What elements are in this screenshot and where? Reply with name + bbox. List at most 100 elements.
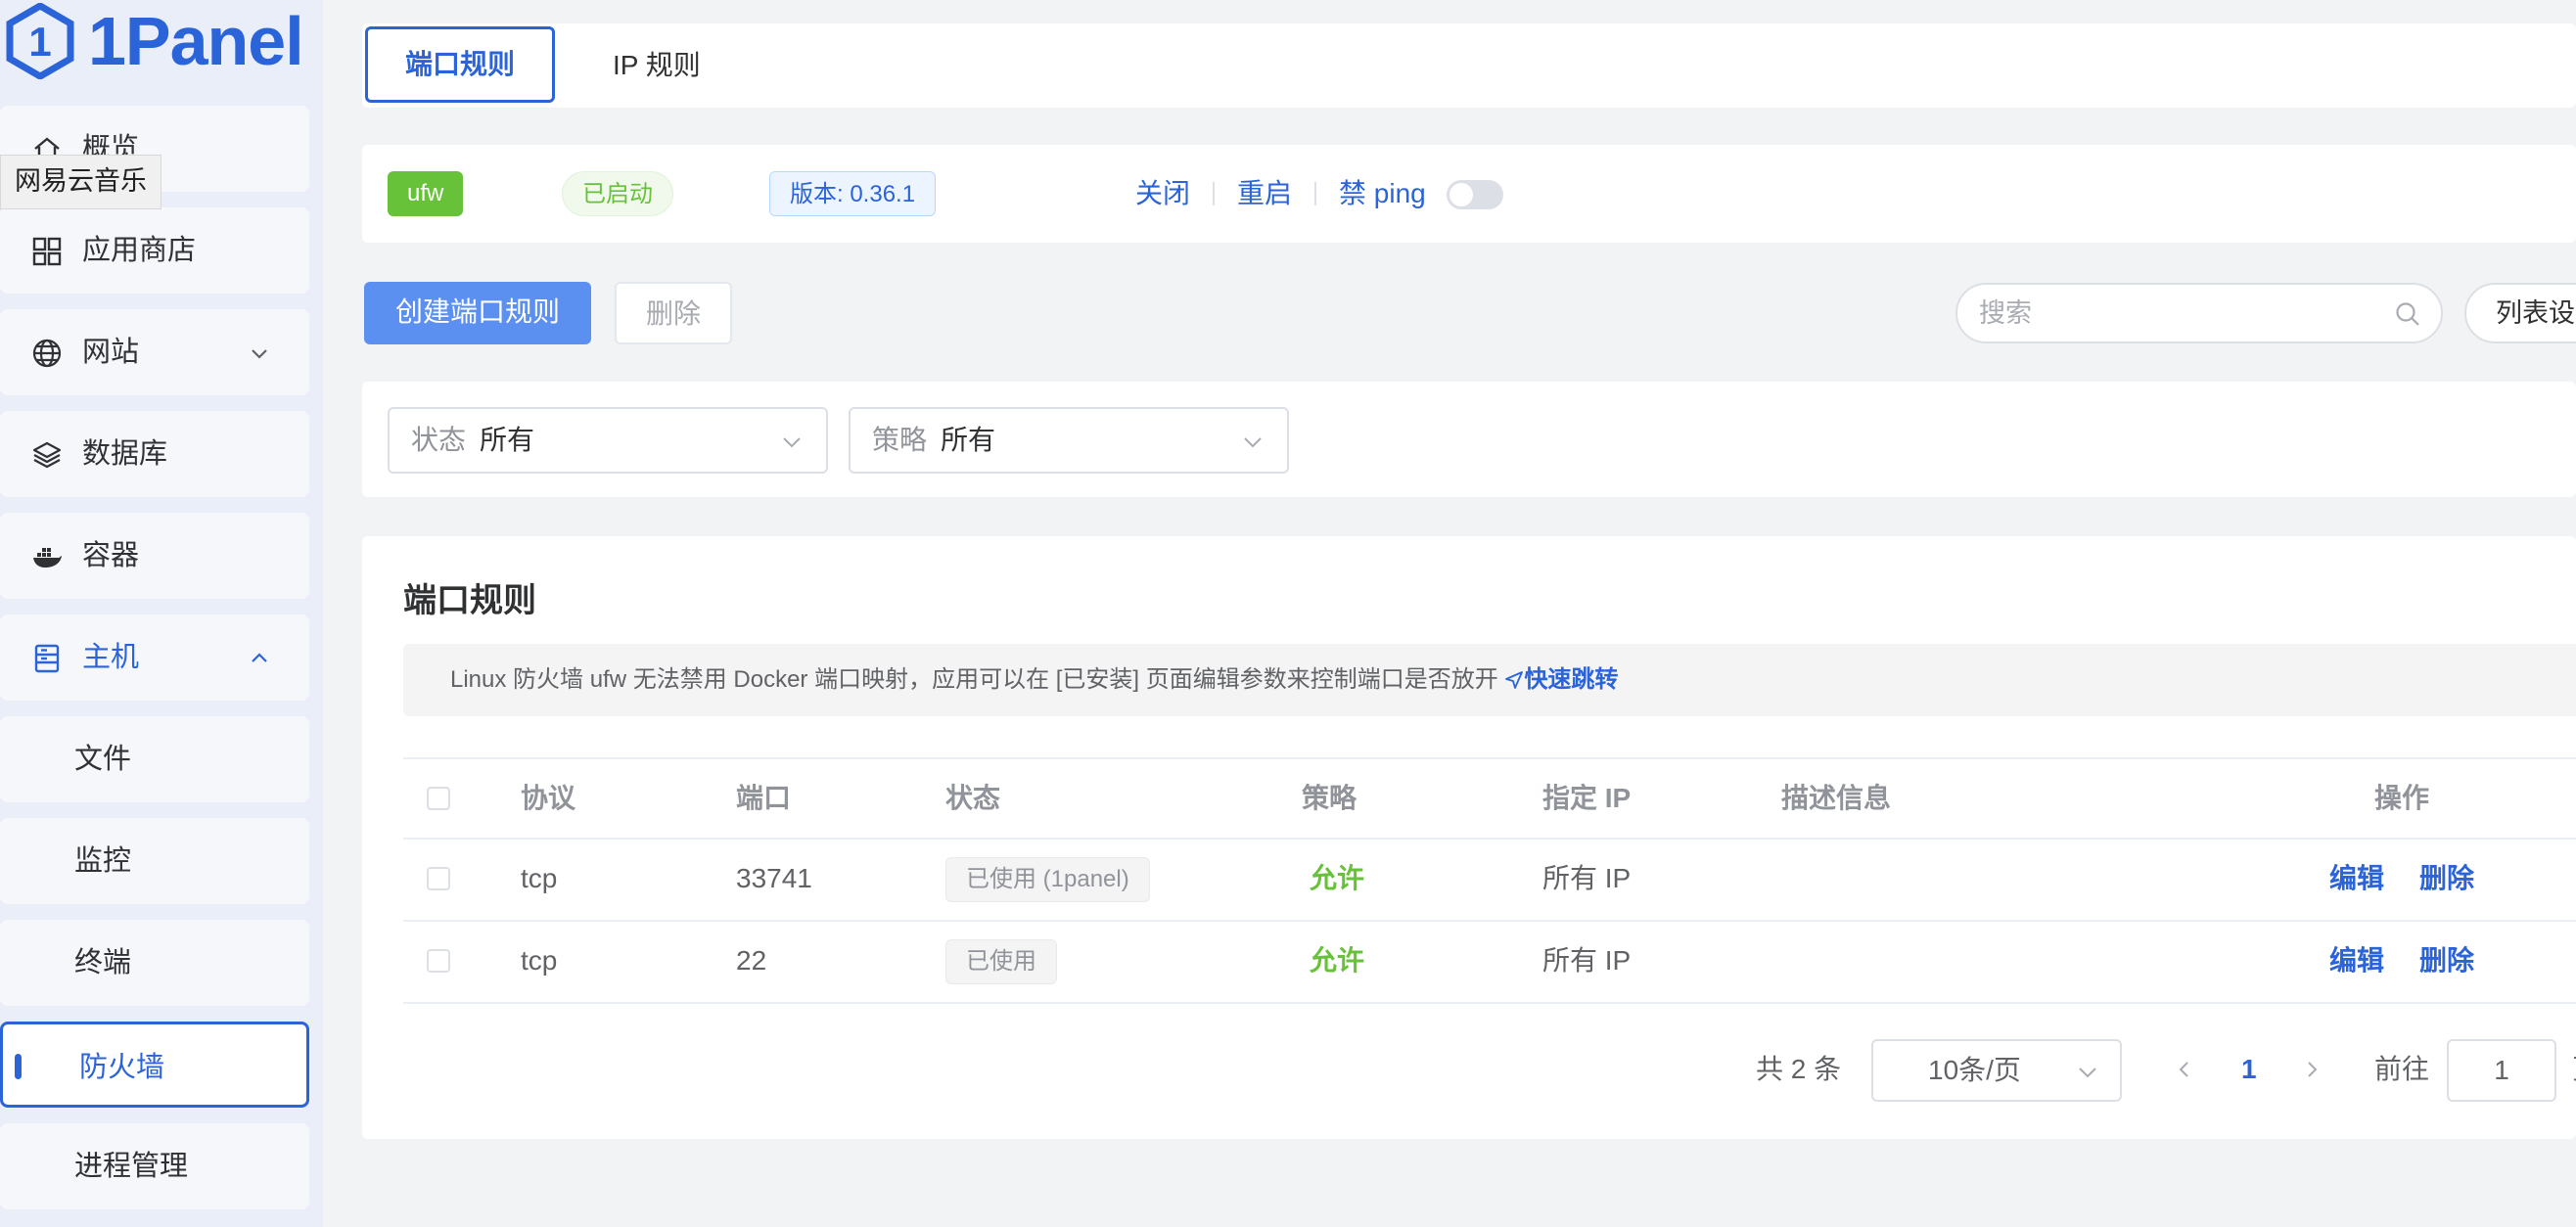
header-strategy[interactable]: 策略: [1302, 759, 1357, 838]
docker-notice: Linux 防火墙 ufw 无法禁用 Docker 端口映射，应用可以在 [已安…: [403, 644, 2576, 716]
search-input[interactable]: 搜索: [1955, 283, 2443, 343]
sidebar-item-label: 进程管理: [74, 1151, 189, 1182]
header-description[interactable]: 描述信息: [1781, 759, 1891, 838]
sidebar-item-label: 容器: [82, 540, 140, 571]
disable-ping-toggle[interactable]: [1447, 180, 1503, 209]
logo-icon: 1: [6, 3, 74, 79]
header-operations: 操作: [2374, 783, 2430, 813]
app-name: 1Panel: [88, 3, 304, 79]
sidebar-item-database[interactable]: 数据库: [0, 411, 309, 497]
select-all-checkbox[interactable]: [427, 787, 450, 810]
header-protocol[interactable]: 协议: [521, 759, 575, 838]
engine-badge: ufw: [388, 171, 464, 216]
delete-link[interactable]: 删除: [2419, 840, 2474, 918]
active-indicator: [15, 1054, 22, 1079]
next-page-icon[interactable]: [2302, 1059, 2322, 1080]
cell-strategy: 允许: [1310, 863, 1365, 893]
goto-page-input[interactable]: 1: [2447, 1039, 2556, 1102]
cell-ip: 所有 IP: [1542, 945, 1632, 976]
tab-port-rules[interactable]: 端口规则: [365, 26, 555, 103]
cell-strategy: 允许: [1310, 945, 1365, 976]
sidebar-item-label: 主机: [82, 642, 140, 673]
column-settings-button[interactable]: 列表设置: [2464, 283, 2576, 343]
page-size-value: 10条/页: [1928, 1055, 2021, 1085]
sidebar-item-firewall[interactable]: 防火墙: [0, 1022, 309, 1108]
row-checkbox[interactable]: [427, 867, 450, 890]
header-port[interactable]: 端口: [736, 759, 791, 838]
window-tooltip: 网易云音乐: [0, 155, 161, 209]
select-key: 状态: [411, 425, 467, 455]
select-value: 所有: [480, 425, 535, 455]
cell-port: 33741: [736, 863, 812, 893]
page-size-select[interactable]: 10条/页: [1871, 1039, 2122, 1102]
sidebar-item-label: 网站: [82, 337, 140, 368]
sidebar-item-app-store[interactable]: 应用商店: [0, 207, 309, 294]
layers-icon: [32, 441, 62, 469]
sidebar-item-website[interactable]: 网站: [0, 309, 309, 395]
prev-page-icon[interactable]: [2175, 1059, 2194, 1080]
app-logo[interactable]: 1 1Panel: [6, 0, 304, 82]
tab-ip-rules[interactable]: IP 规则: [613, 23, 701, 108]
chevron-down-icon: [783, 437, 801, 448]
sidebar-item-label: 终端: [74, 947, 132, 978]
stop-firewall-link[interactable]: 关闭: [1135, 145, 1190, 243]
divider: [1314, 182, 1316, 205]
disable-ping-label: 禁 ping: [1339, 178, 1426, 208]
delete-link[interactable]: 删除: [2419, 922, 2474, 1000]
cell-ip: 所有 IP: [1542, 863, 1632, 893]
status-badge: 已启动: [562, 171, 673, 216]
table-header: 协议 端口 状态 策略 指定 IP 描述信息 操作: [403, 757, 2576, 840]
server-icon: [34, 644, 60, 673]
status-filter-select[interactable]: 状态 所有: [388, 407, 828, 474]
grid-icon: [32, 237, 62, 266]
header-status[interactable]: 状态: [945, 759, 1000, 838]
section-title: 端口规则: [403, 582, 536, 619]
port-rules-card: 端口规则 Linux 防火墙 ufw 无法禁用 Docker 端口映射，应用可以…: [362, 536, 2576, 1139]
divider: [1213, 182, 1215, 205]
edit-link[interactable]: 编辑: [2329, 840, 2384, 918]
firewall-status-bar: ufw 已启动 版本: 0.36.1 关闭 重启 禁 ping: [362, 145, 2576, 243]
page-number-current[interactable]: 1: [2241, 1035, 2257, 1104]
search-icon: [2396, 302, 2419, 326]
cell-protocol: tcp: [521, 863, 558, 893]
sidebar: 1 1Panel 概览 应用商店 网站 数据库 容器 主机 文件 监控 终端 防…: [0, 0, 323, 1227]
header-ip[interactable]: 指定 IP: [1542, 759, 1631, 838]
tab-bar: 端口规则 IP 规则: [362, 23, 2576, 108]
edit-link[interactable]: 编辑: [2329, 922, 2384, 1000]
sidebar-item-files[interactable]: 文件: [0, 716, 309, 802]
strategy-filter-select[interactable]: 策略 所有: [849, 407, 1289, 474]
filter-bar: 状态 所有 策略 所有: [362, 382, 2576, 497]
table-row: tcp 22 已使用 允许 所有 IP 编辑 删除: [403, 922, 2576, 1004]
delete-button[interactable]: 删除: [615, 282, 732, 344]
sidebar-item-label: 应用商店: [82, 235, 197, 266]
chevron-down-icon: [1244, 437, 1262, 448]
chevron-down-icon: [2079, 1068, 2096, 1078]
row-checkbox[interactable]: [427, 949, 450, 973]
quick-jump-link[interactable]: 快速跳转: [1504, 666, 1618, 693]
chevron-down-icon: [252, 349, 267, 359]
total-count: 共 2 条: [1756, 1054, 1842, 1084]
create-port-rule-button[interactable]: 创建端口规则: [364, 282, 591, 344]
sidebar-item-label: 监控: [74, 845, 132, 877]
cell-port: 22: [736, 945, 767, 976]
goto-suffix: 页: [2572, 1035, 2576, 1104]
version-badge: 版本: 0.36.1: [769, 171, 937, 216]
pagination: 共 2 条 10条/页 1 前往 1 页: [362, 1035, 2576, 1104]
sidebar-item-terminal[interactable]: 终端: [0, 920, 309, 1006]
sidebar-item-container[interactable]: 容器: [0, 513, 309, 599]
send-icon: [1505, 671, 1524, 689]
toggle-knob: [1449, 183, 1473, 206]
status-tag: 已使用 (1panel): [945, 857, 1150, 902]
quick-jump-label: 快速跳转: [1524, 666, 1619, 693]
select-value: 所有: [941, 425, 996, 455]
sidebar-item-process[interactable]: 进程管理: [0, 1123, 309, 1209]
sidebar-item-label: 数据库: [82, 438, 168, 470]
notice-message: Linux 防火墙 ufw 无法禁用 Docker 端口映射，应用可以在 [已安…: [450, 666, 1498, 693]
sidebar-item-label: 文件: [74, 744, 132, 775]
sidebar-item-label: 防火墙: [79, 1052, 165, 1083]
status-tag: 已使用: [945, 939, 1057, 984]
sidebar-item-host[interactable]: 主机: [0, 614, 309, 701]
restart-firewall-link[interactable]: 重启: [1237, 145, 1292, 243]
globe-icon: [32, 339, 62, 368]
sidebar-item-monitor[interactable]: 监控: [0, 818, 309, 904]
